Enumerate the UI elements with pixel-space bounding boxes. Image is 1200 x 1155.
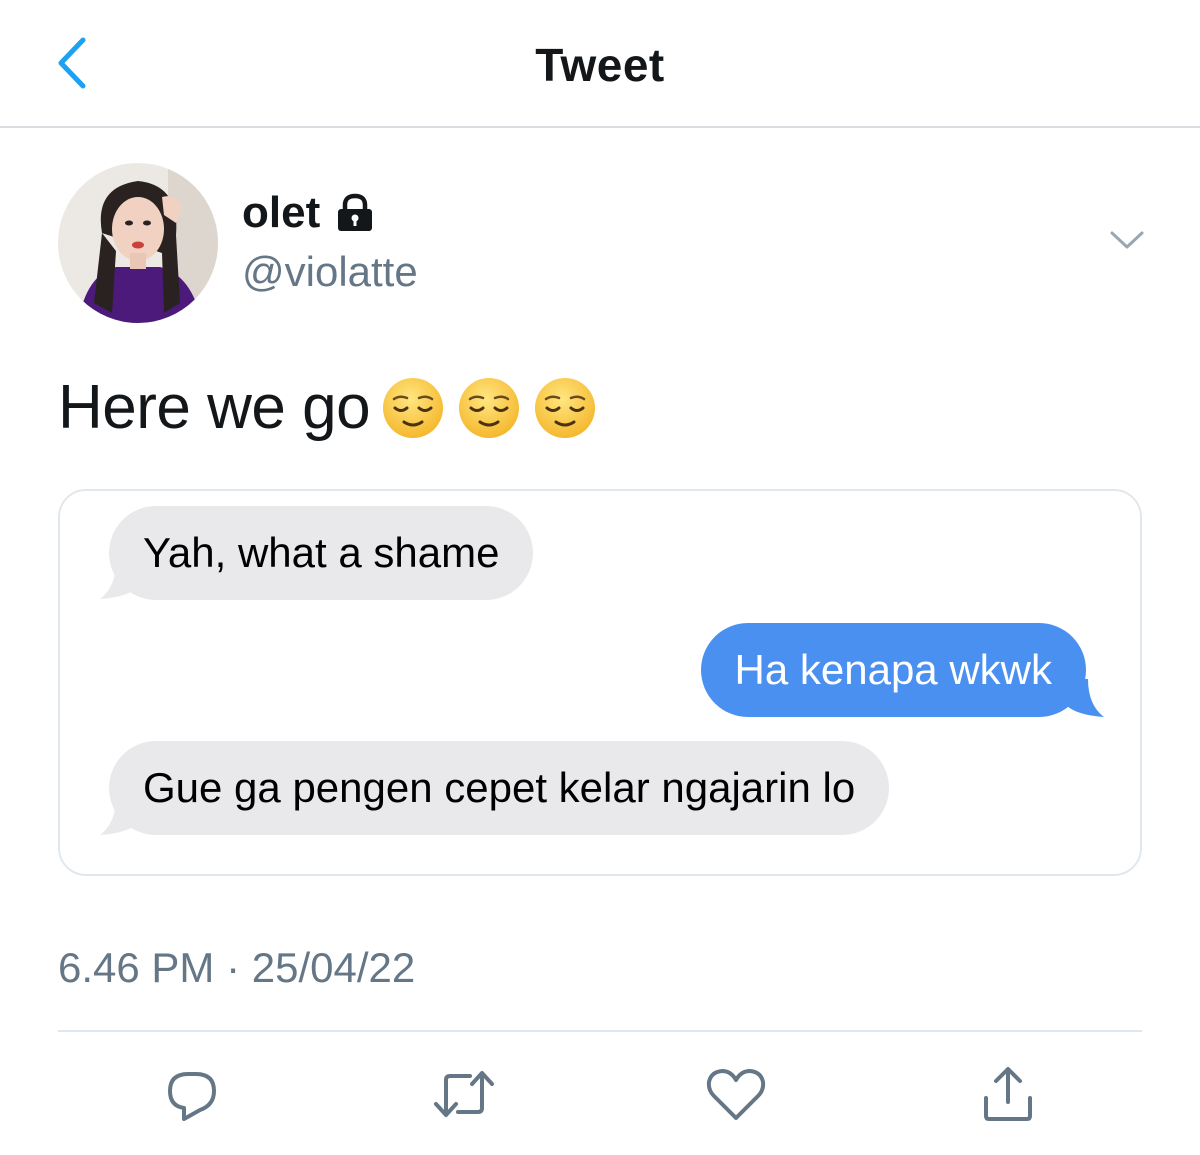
relieved-face-emoji — [456, 375, 522, 441]
avatar[interactable] — [58, 163, 218, 323]
share-icon — [978, 1064, 1038, 1129]
tweet-text: Here we go — [58, 373, 371, 442]
reply-icon — [162, 1064, 222, 1129]
tweet-timestamp: 6.46 PM · 25/04/22 — [58, 944, 415, 992]
lock-icon — [334, 192, 376, 234]
tweet-body: Here we go — [58, 372, 598, 443]
relieved-face-emoji — [380, 375, 446, 441]
like-button[interactable] — [704, 1064, 768, 1128]
relieved-face-emoji — [532, 375, 598, 441]
chat-message-incoming: Gue ga pengen cepet kelar ngajarin lo — [109, 741, 890, 835]
tweet-menu-button[interactable] — [1100, 222, 1154, 262]
tweet-time: 6.46 PM — [58, 944, 215, 991]
page-title: Tweet — [535, 39, 665, 91]
chat-message-outgoing: Ha kenapa wkwk — [700, 623, 1086, 717]
share-button[interactable] — [976, 1064, 1040, 1128]
top-navigation-bar: Tweet — [0, 0, 1200, 128]
chat-message-incoming: Yah, what a shame — [109, 506, 534, 600]
divider — [58, 1030, 1142, 1032]
retweet-icon — [432, 1064, 496, 1129]
timestamp-separator: · — [226, 944, 241, 991]
display-name[interactable]: olet — [242, 188, 320, 238]
retweet-button[interactable] — [432, 1064, 496, 1128]
tweet-date: 25/04/22 — [251, 944, 416, 991]
attached-image[interactable]: Yah, what a shame Ha kenapa wkwk Gue ga … — [58, 489, 1142, 876]
reply-button[interactable] — [160, 1064, 224, 1128]
like-icon — [706, 1066, 766, 1127]
author-name-row: olet — [242, 188, 376, 238]
user-handle[interactable]: @violatte — [242, 248, 418, 296]
chevron-down-icon — [1109, 229, 1145, 256]
